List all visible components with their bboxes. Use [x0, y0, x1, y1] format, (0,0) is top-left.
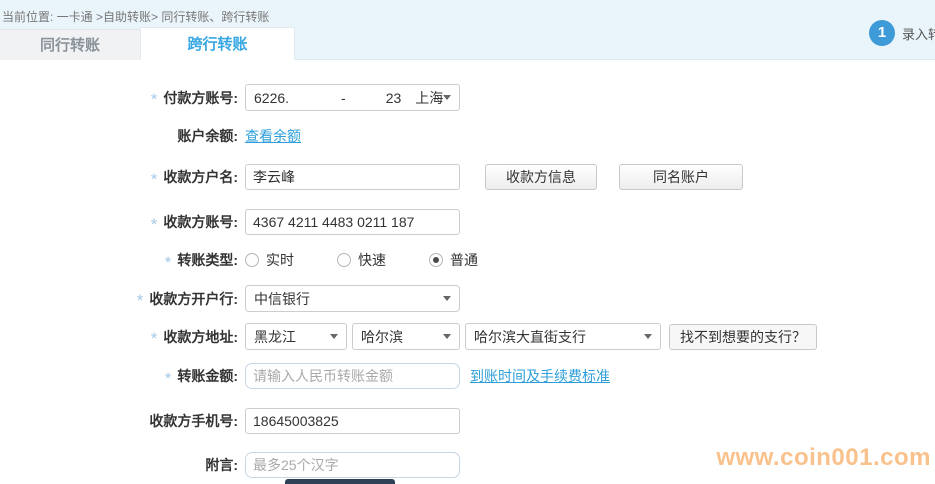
transfer-type-options: 实时 快速 普通 [245, 250, 521, 270]
radio-circle-icon [245, 253, 259, 267]
required-star: * [137, 292, 144, 309]
tab-bar: 同行转账 跨行转账 [0, 27, 295, 60]
payee-bank-select[interactable]: 中信银行 [245, 285, 460, 312]
required-star: * [165, 370, 172, 387]
amount-label: 转账金额: [177, 366, 238, 386]
transfer-page: 当前位置: 一卡通 >自助转账> 同行转账、跨行转账 同行转账 跨行转账 1 录… [0, 0, 935, 484]
memo-label: 附言: [205, 455, 238, 475]
page-header: 当前位置: 一卡通 >自助转账> 同行转账、跨行转账 同行转账 跨行转账 1 录… [0, 0, 935, 60]
breadcrumb: 当前位置: 一卡通 >自助转账> 同行转账、跨行转账 [2, 8, 269, 25]
chevron-down-icon [644, 334, 652, 339]
required-star: * [165, 254, 172, 271]
province-select[interactable]: 黑龙江 [245, 323, 347, 350]
step-indicator: 1 录入转账信息 [869, 20, 935, 46]
payee-account-row: * 收款方账号: [0, 209, 460, 235]
payer-account-row: * 付款方账号: 6226. - 23 上海 [0, 84, 460, 111]
payer-account-label: 付款方账号: [163, 88, 238, 108]
chevron-down-icon [330, 334, 338, 339]
view-balance-link[interactable]: 查看余额 [245, 126, 301, 146]
payee-bank-value: 中信银行 [254, 289, 310, 309]
payee-name-label: 收款方户名: [163, 167, 238, 187]
required-star: * [151, 216, 158, 233]
amount-row: * 转账金额: 到账时间及手续费标准 [0, 363, 610, 389]
required-star: * [151, 91, 158, 108]
payee-account-label: 收款方账号: [163, 212, 238, 232]
radio-circle-checked-icon [429, 253, 443, 267]
city-value: 哈尔滨 [361, 327, 403, 347]
radio-realtime[interactable]: 实时 [245, 250, 294, 270]
chevron-down-icon [443, 296, 451, 301]
same-name-account-button[interactable]: 同名账户 [619, 164, 743, 190]
amount-input[interactable] [245, 363, 460, 389]
memo-row: * 附言: [0, 452, 460, 478]
arrival-time-fee-link[interactable]: 到账时间及手续费标准 [470, 366, 610, 386]
balance-row: * 账户余额: 查看余额 [0, 126, 301, 146]
city-select[interactable]: 哈尔滨 [352, 323, 460, 350]
balance-label: 账户余额: [177, 126, 238, 146]
required-star: * [151, 330, 158, 347]
province-value: 黑龙江 [254, 327, 296, 347]
payee-address-row: * 收款方地址: 黑龙江 哈尔滨 哈尔滨大直街支行 找不到想要的支行？ [0, 323, 817, 350]
payer-account-city: 上海 [415, 88, 443, 108]
transfer-type-row: * 转账类型: 实时 快速 普通 [0, 250, 521, 270]
step-label: 录入转账信息 [902, 24, 935, 43]
payee-phone-row: * 收款方手机号: [0, 408, 460, 434]
payee-account-input[interactable] [245, 209, 460, 235]
payer-account-separator: - [341, 90, 346, 106]
branch-value: 哈尔滨大直街支行 [474, 327, 586, 347]
memo-input[interactable] [245, 452, 460, 478]
radio-fast[interactable]: 快速 [337, 250, 386, 270]
transfer-form: * 付款方账号: 6226. - 23 上海 * 账户余额: 查看余额 [0, 60, 935, 484]
payer-account-select[interactable]: 6226. - 23 上海 [245, 84, 460, 111]
radio-normal[interactable]: 普通 [429, 250, 478, 270]
chevron-down-icon [443, 95, 451, 100]
branch-select[interactable]: 哈尔滨大直街支行 [465, 323, 661, 350]
tab-same-bank-transfer[interactable]: 同行转账 [0, 29, 140, 60]
next-step-button-clipped[interactable] [285, 479, 395, 484]
payee-info-button[interactable]: 收款方信息 [485, 164, 597, 190]
step-number-badge: 1 [869, 20, 895, 46]
payer-account-number-suffix: 23 [386, 90, 402, 106]
payee-bank-row: * 收款方开户行: 中信银行 [0, 285, 460, 312]
required-star: * [151, 171, 158, 188]
payee-address-label: 收款方地址: [163, 327, 238, 347]
tab-interbank-transfer[interactable]: 跨行转账 [140, 27, 295, 60]
radio-circle-icon [337, 253, 351, 267]
cannot-find-branch-button[interactable]: 找不到想要的支行？ [669, 324, 817, 350]
payee-bank-label: 收款方开户行: [149, 289, 238, 309]
payee-name-row: * 收款方户名: 收款方信息 同名账户 [0, 164, 743, 190]
transfer-type-label: 转账类型: [177, 250, 238, 270]
payee-name-input[interactable] [245, 164, 460, 190]
chevron-down-icon [443, 334, 451, 339]
payer-account-number-prefix: 6226. [254, 90, 289, 106]
payee-phone-label: 收款方手机号: [149, 411, 238, 431]
payee-phone-input[interactable] [245, 408, 460, 434]
